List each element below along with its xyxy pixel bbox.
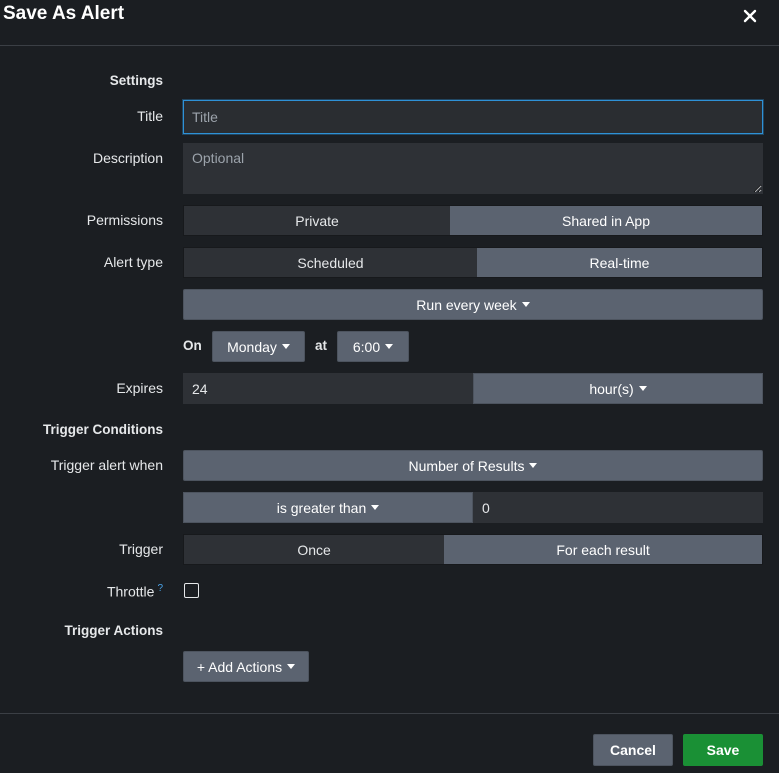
dialog-title: Save As Alert (3, 3, 125, 24)
chevron-down-icon (529, 463, 538, 468)
permissions-toggle: Private Shared in App (183, 205, 763, 236)
permissions-shared-option[interactable]: Shared in App (450, 206, 762, 235)
description-label: Description (92, 150, 163, 166)
chevron-down-icon (385, 344, 394, 349)
time-dropdown-label: 6:00 (352, 338, 381, 355)
description-textarea[interactable] (183, 143, 763, 194)
cancel-button[interactable]: Cancel (593, 734, 673, 766)
dialog-header: Save As Alert (0, 0, 779, 46)
chevron-down-icon (521, 302, 530, 307)
time-dropdown[interactable]: 6:00 (337, 331, 409, 362)
alert-type-scheduled-option[interactable]: Scheduled (184, 248, 477, 277)
expires-unit-dropdown[interactable]: hour(s) (473, 373, 763, 404)
comparison-value-input[interactable] (473, 492, 763, 523)
trigger-once-option[interactable]: Once (184, 535, 445, 564)
throttle-checkbox[interactable] (184, 583, 199, 598)
title-label: Title (137, 108, 163, 124)
save-as-alert-dialog: Save As Alert Settings Title Description… (0, 0, 779, 773)
expires-input[interactable] (183, 373, 473, 404)
alert-type-label: Alert type (103, 254, 163, 270)
trigger-each-result-option[interactable]: For each result (444, 535, 762, 564)
at-label: at (315, 338, 328, 353)
trigger-actions-heading: Trigger Actions (64, 623, 163, 638)
trigger-conditions-heading: Trigger Conditions (43, 422, 163, 437)
day-dropdown[interactable]: Monday (212, 331, 305, 362)
on-label: On (183, 338, 202, 353)
chevron-down-icon (638, 386, 647, 391)
day-dropdown-label: Monday (227, 338, 277, 355)
close-icon-glyph (743, 9, 757, 23)
schedule-dropdown[interactable]: Run every week (183, 289, 763, 320)
alert-type-toggle: Scheduled Real-time (183, 247, 763, 278)
trigger-label: Trigger (119, 541, 163, 557)
comparison-dropdown-label: is greater than (276, 499, 367, 516)
trigger-toggle: Once For each result (183, 534, 763, 565)
expires-unit-label: hour(s) (589, 380, 634, 397)
chevron-down-icon (281, 344, 290, 349)
chevron-down-icon (287, 664, 296, 669)
alert-type-realtime-option[interactable]: Real-time (476, 248, 762, 277)
close-icon[interactable] (740, 6, 760, 26)
add-actions-button[interactable]: + Add Actions (183, 651, 309, 682)
permissions-label: Permissions (86, 212, 163, 228)
permissions-private-option[interactable]: Private (184, 206, 451, 235)
settings-heading: Settings (109, 73, 163, 88)
comparison-dropdown[interactable]: is greater than (183, 492, 473, 523)
trigger-when-dropdown[interactable]: Number of Results (183, 450, 763, 481)
help-icon[interactable]: ? (157, 583, 163, 594)
title-input[interactable] (183, 100, 763, 134)
chevron-down-icon (371, 505, 380, 510)
throttle-label-wrap: Throttle? (107, 583, 163, 600)
trigger-when-dropdown-label: Number of Results (408, 457, 525, 474)
throttle-label: Throttle (106, 583, 155, 600)
add-actions-label: + Add Actions (196, 658, 283, 675)
trigger-when-label: Trigger alert when (50, 457, 163, 473)
footer-divider (0, 713, 779, 714)
schedule-dropdown-label: Run every week (416, 296, 517, 313)
expires-label: Expires (116, 380, 163, 396)
save-button[interactable]: Save (683, 734, 763, 766)
